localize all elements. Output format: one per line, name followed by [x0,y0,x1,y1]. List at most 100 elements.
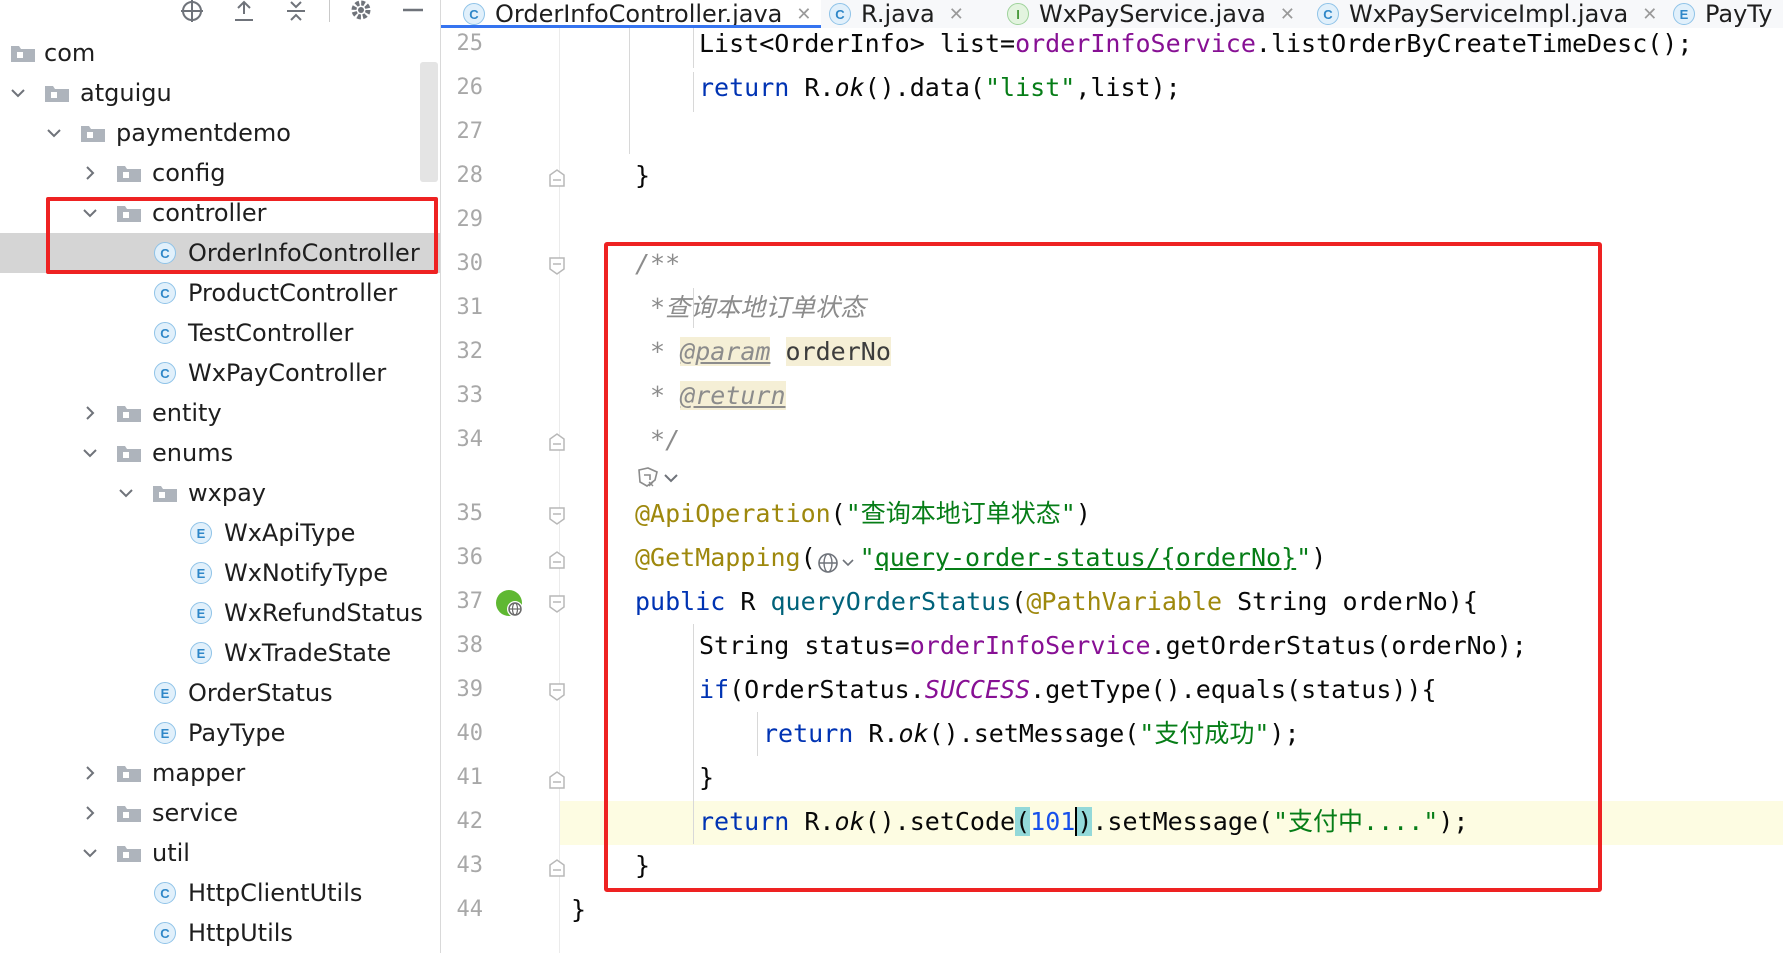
line-number: 35 [456,501,484,526]
chevron-down-icon[interactable] [80,433,100,473]
fold-icon[interactable] [549,595,565,613]
folder-icon [45,86,69,102]
tree-item-wxapitype[interactable]: E WxApiType [0,513,440,553]
tree-item-httpclientutils[interactable]: C HttpClientUtils [0,873,440,913]
chevron-down-icon[interactable] [116,473,136,513]
line-number: 40 [456,721,484,746]
chevron-down-icon[interactable] [80,833,100,873]
tree-item-label: OrderStatus [188,679,333,707]
chevron-down-icon[interactable] [44,113,64,153]
tree-item-wxrefundstatus[interactable]: E WxRefundStatus [0,593,440,633]
close-icon[interactable]: ✕ [1642,4,1657,25]
tree-item-label: config [152,159,226,187]
fold-icon[interactable] [549,169,565,187]
close-icon[interactable]: ✕ [949,4,964,25]
expand-all-icon[interactable] [229,0,259,26]
code-line-25[interactable]: List<OrderInfo> list=orderInfoService.li… [699,28,1692,66]
fold-icon[interactable] [549,257,565,275]
editor-gutter: 25 26 27 28 29 30 31 32 33 34 35 36 37 3… [441,28,565,953]
enum-icon: E [154,682,176,704]
tree-item-label: WxPayController [188,359,387,387]
tree-item-atguigu[interactable]: atguigu [0,73,440,113]
tab-orderinfocontroller[interactable]: C OrderInfoController.java ✕ [441,0,821,28]
highlight-box-code [604,242,1602,892]
folder-icon [11,46,35,62]
chevron-right-icon[interactable] [80,153,100,193]
code-line-28[interactable]: } [635,154,650,198]
line-number: 37 [456,589,484,614]
tree-item-orderstatus[interactable]: E OrderStatus [0,673,440,713]
tree-item-paymentdemo[interactable]: paymentdemo [0,113,440,153]
minimize-icon[interactable] [398,0,428,26]
indent-guide [693,72,694,112]
tab-paytype[interactable]: E PayTy [1673,0,1772,28]
tree-item-wxpaycontroller[interactable]: C WxPayController [0,353,440,393]
code-line-44[interactable]: } [571,888,586,932]
tree-item-mapper[interactable]: mapper [0,753,440,793]
tab-label: OrderInfoController.java [495,0,783,28]
tree-item-entity[interactable]: entity [0,393,440,433]
fold-icon[interactable] [549,859,565,877]
close-icon[interactable]: ✕ [796,4,811,25]
collapse-all-icon[interactable] [281,0,311,26]
editor-tab-bar: C OrderInfoController.java ✕ C R.java ✕ … [441,0,1783,29]
fold-icon[interactable] [549,433,565,451]
class-icon: C [1317,3,1339,25]
fold-icon[interactable] [549,551,565,569]
chevron-right-icon[interactable] [80,393,100,433]
tree-item-label: util [152,839,190,867]
tree-item-label: HttpUtils [188,919,293,947]
folder-icon [117,446,141,462]
tree-item-enums[interactable]: enums [0,433,440,473]
line-number: 34 [456,427,484,452]
tab-wxpayservice[interactable]: I WxPayService.java ✕ [1007,0,1295,28]
class-icon: C [154,322,176,344]
line-number: 25 [456,31,484,56]
fold-icon[interactable] [549,507,565,525]
tab-wxpayserviceimpl[interactable]: C WxPayServiceImpl.java ✕ [1317,0,1657,28]
tree-item-label: atguigu [80,79,172,107]
chevron-right-icon[interactable] [80,793,100,833]
class-icon: C [154,362,176,384]
tree-item-paytype[interactable]: E PayType [0,713,440,753]
fold-icon[interactable] [549,771,565,789]
tree-item-httputils[interactable]: C HttpUtils [0,913,440,953]
toolbar-separator [329,0,330,22]
gear-icon[interactable] [346,0,376,26]
tree-item-label: WxNotifyType [224,559,389,587]
tree-item-label: paymentdemo [116,119,291,147]
chevron-right-icon[interactable] [80,753,100,793]
interface-icon: I [1007,3,1029,25]
tab-label: PayTy [1705,0,1773,28]
target-icon[interactable] [177,0,207,26]
tree-item-service[interactable]: service [0,793,440,833]
tree-item-wxnotifytype[interactable]: E WxNotifyType [0,553,440,593]
web-endpoint-icon[interactable] [495,589,525,619]
code-line-26[interactable]: return R.ok().data("list",list); [699,66,1181,110]
enum-icon: E [190,522,212,544]
tree-item-config[interactable]: config [0,153,440,193]
close-icon[interactable]: ✕ [1280,4,1295,25]
folder-icon [81,126,105,142]
tab-r-java[interactable]: C R.java ✕ [829,0,964,28]
class-icon: C [829,3,851,25]
line-number: 33 [456,383,484,408]
tab-label: WxPayServiceImpl.java [1349,0,1629,28]
tree-item-label: WxRefundStatus [224,599,423,627]
chevron-down-icon[interactable] [8,73,28,113]
enum-icon: E [154,722,176,744]
class-icon: C [154,922,176,944]
indent-guide [629,28,630,154]
tree-item-com[interactable]: com [0,33,440,73]
line-number: 32 [456,339,484,364]
tree-item-label: TestController [188,319,354,347]
tree-item-productcontroller[interactable]: C ProductController [0,273,440,313]
tree-item-util[interactable]: util [0,833,440,873]
fold-icon[interactable] [549,683,565,701]
tree-item-wxpay[interactable]: wxpay [0,473,440,513]
line-number: 38 [456,633,484,658]
tree-item-wxtradestate[interactable]: E WxTradeState [0,633,440,673]
class-icon: C [463,3,485,25]
tree-item-label: com [44,39,96,67]
tree-item-testcontroller[interactable]: C TestController [0,313,440,353]
